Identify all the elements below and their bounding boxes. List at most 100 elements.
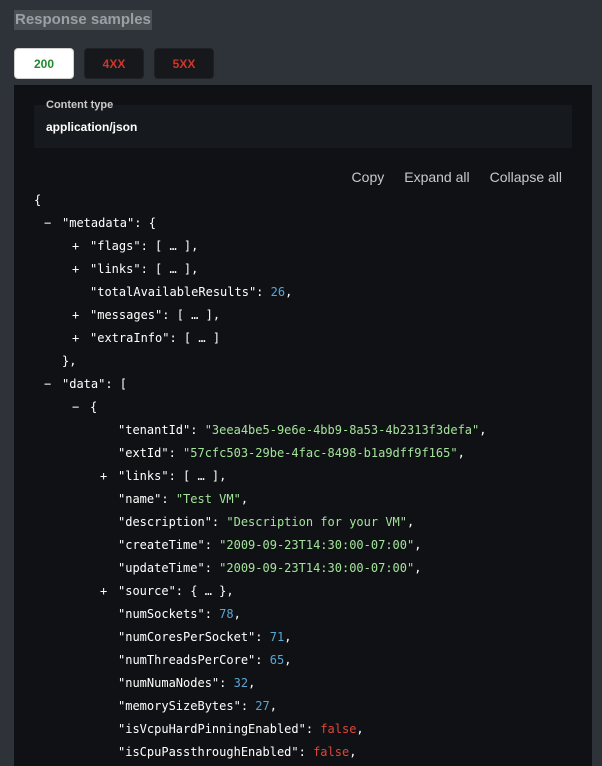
json-punctuation: , bbox=[356, 722, 364, 736]
content-type-label: Content type bbox=[46, 99, 114, 111]
json-punctuation: , bbox=[457, 446, 465, 460]
json-line: "isCpuPassthroughEnabled": false, bbox=[34, 741, 486, 764]
json-line: + "links": [ … ], bbox=[34, 465, 486, 488]
json-number-value: 26 bbox=[270, 285, 286, 299]
json-punctuation: : bbox=[168, 446, 184, 460]
json-key: "source" bbox=[118, 584, 176, 598]
json-key: "description" bbox=[118, 515, 212, 529]
json-line: − "data": [ bbox=[34, 373, 486, 396]
json-key: "extId" bbox=[118, 446, 169, 460]
json-punctuation: : { … }, bbox=[175, 584, 234, 598]
tab-4xx[interactable]: 4XX bbox=[84, 48, 144, 79]
json-key: "isCpuPassthroughEnabled" bbox=[118, 745, 299, 759]
json-string-value: "2009-09-23T14:30:00-07:00" bbox=[219, 538, 415, 552]
json-line: + "source": { … }, bbox=[34, 580, 486, 603]
expand-toggle-icon[interactable]: + bbox=[100, 465, 118, 488]
expand-toggle-icon[interactable]: + bbox=[72, 235, 90, 258]
collapse-toggle-icon[interactable]: − bbox=[44, 212, 62, 235]
json-punctuation: : bbox=[240, 699, 256, 713]
content-type-value[interactable]: application/json bbox=[46, 120, 137, 134]
json-punctuation: : bbox=[190, 423, 205, 437]
json-punctuation: , bbox=[269, 699, 277, 713]
json-key: "updateTime" bbox=[118, 561, 205, 575]
json-line: + "links": [ … ], bbox=[34, 258, 486, 281]
json-line: "numThreadsPerCore": 65, bbox=[34, 649, 486, 672]
json-line: }, bbox=[34, 350, 486, 373]
json-boolean-value: false bbox=[313, 745, 350, 759]
json-line: "numNumaNodes": 32, bbox=[34, 672, 486, 695]
json-punctuation: : bbox=[204, 538, 220, 552]
json-punctuation: : bbox=[255, 653, 270, 667]
json-boolean-value: false bbox=[320, 722, 357, 736]
json-punctuation: : bbox=[204, 607, 220, 621]
json-punctuation: , bbox=[407, 515, 415, 529]
section-title: Response samples bbox=[14, 10, 152, 30]
collapse-toggle-icon[interactable]: − bbox=[44, 373, 62, 396]
json-line: "name": "Test VM", bbox=[34, 488, 486, 511]
json-punctuation: , bbox=[248, 676, 256, 690]
json-string-value: "2009-09-23T14:30:00-07:00" bbox=[219, 561, 415, 575]
expand-toggle-icon[interactable]: + bbox=[72, 304, 90, 327]
json-punctuation: : bbox=[211, 515, 227, 529]
json-punctuation: , bbox=[414, 561, 422, 575]
json-line: "tenantId": "3eea4be5-9e6e-4bb9-8a53-4b2… bbox=[34, 419, 486, 442]
expand-toggle-icon[interactable]: + bbox=[72, 327, 90, 350]
collapse-all-button[interactable]: Collapse all bbox=[490, 169, 562, 185]
json-line: "numCoresPerSocket": 71, bbox=[34, 626, 486, 649]
json-punctuation: : bbox=[256, 285, 271, 299]
code-actions: Copy Expand all Collapse all bbox=[352, 169, 562, 185]
json-punctuation: , bbox=[349, 745, 357, 759]
json-key: "flags" bbox=[90, 239, 141, 253]
json-line: { bbox=[34, 189, 486, 212]
response-panel: Content type application/json Copy Expan… bbox=[14, 85, 592, 766]
json-line: "updateTime": "2009-09-23T14:30:00-07:00… bbox=[34, 557, 486, 580]
expand-all-button[interactable]: Expand all bbox=[404, 169, 469, 185]
json-line: "createTime": "2009-09-23T14:30:00-07:00… bbox=[34, 534, 486, 557]
json-key: "messages" bbox=[90, 308, 163, 322]
json-punctuation: , bbox=[240, 492, 249, 506]
json-line: −{ bbox=[34, 396, 486, 419]
tab-200[interactable]: 200 bbox=[14, 48, 74, 79]
json-key: "createTime" bbox=[118, 538, 205, 552]
json-key: "name" bbox=[118, 492, 162, 506]
json-number-value: 71 bbox=[269, 630, 285, 644]
json-punctuation: : bbox=[204, 561, 220, 575]
expand-toggle-icon[interactable]: + bbox=[100, 580, 118, 603]
json-key: "memorySizeBytes" bbox=[118, 699, 241, 713]
json-line: − "metadata": { bbox=[34, 212, 486, 235]
json-line: "totalAvailableResults": 26, bbox=[34, 281, 486, 304]
json-punctuation: : [ … ], bbox=[162, 308, 221, 322]
json-number-value: 32 bbox=[233, 676, 249, 690]
content-type-box: Content type application/json bbox=[34, 99, 572, 148]
json-viewer: {− "metadata": {+ "flags": [ … ], + "links":… bbox=[34, 189, 486, 764]
json-punctuation: , bbox=[414, 538, 422, 552]
json-punctuation: , bbox=[284, 653, 292, 667]
copy-button[interactable]: Copy bbox=[352, 169, 385, 185]
json-number-value: 27 bbox=[255, 699, 270, 713]
json-punctuation: { bbox=[90, 400, 98, 414]
json-key: "links" bbox=[118, 469, 169, 483]
json-line: "memorySizeBytes": 27, bbox=[34, 695, 486, 718]
json-line: + "messages": [ … ], bbox=[34, 304, 486, 327]
json-punctuation: , bbox=[285, 285, 293, 299]
json-punctuation: }, bbox=[62, 354, 77, 368]
collapse-toggle-icon[interactable]: − bbox=[72, 396, 90, 419]
json-line: "numSockets": 78, bbox=[34, 603, 486, 626]
json-line: "description": "Description for your VM"… bbox=[34, 511, 486, 534]
json-key: "metadata" bbox=[62, 216, 135, 230]
json-punctuation: : bbox=[298, 745, 314, 759]
json-punctuation: , bbox=[233, 607, 241, 621]
json-line: + "flags": [ … ], bbox=[34, 235, 486, 258]
json-number-value: 65 bbox=[269, 653, 285, 667]
tab-5xx[interactable]: 5XX bbox=[154, 48, 214, 79]
json-punctuation: : [ bbox=[105, 377, 128, 391]
json-string-value: "57cfc503-29be-4fac-8498-b1a9dff9f165" bbox=[183, 446, 458, 460]
json-key: "numThreadsPerCore" bbox=[118, 653, 256, 667]
json-key: "totalAvailableResults" bbox=[90, 285, 257, 299]
expand-toggle-icon[interactable]: + bbox=[72, 258, 90, 281]
json-punctuation: : bbox=[255, 630, 270, 644]
status-tabs: 200 4XX 5XX bbox=[14, 48, 214, 79]
json-key: "numCoresPerSocket" bbox=[118, 630, 256, 644]
json-punctuation: : [ … ] bbox=[169, 331, 221, 345]
json-key: "links" bbox=[90, 262, 141, 276]
